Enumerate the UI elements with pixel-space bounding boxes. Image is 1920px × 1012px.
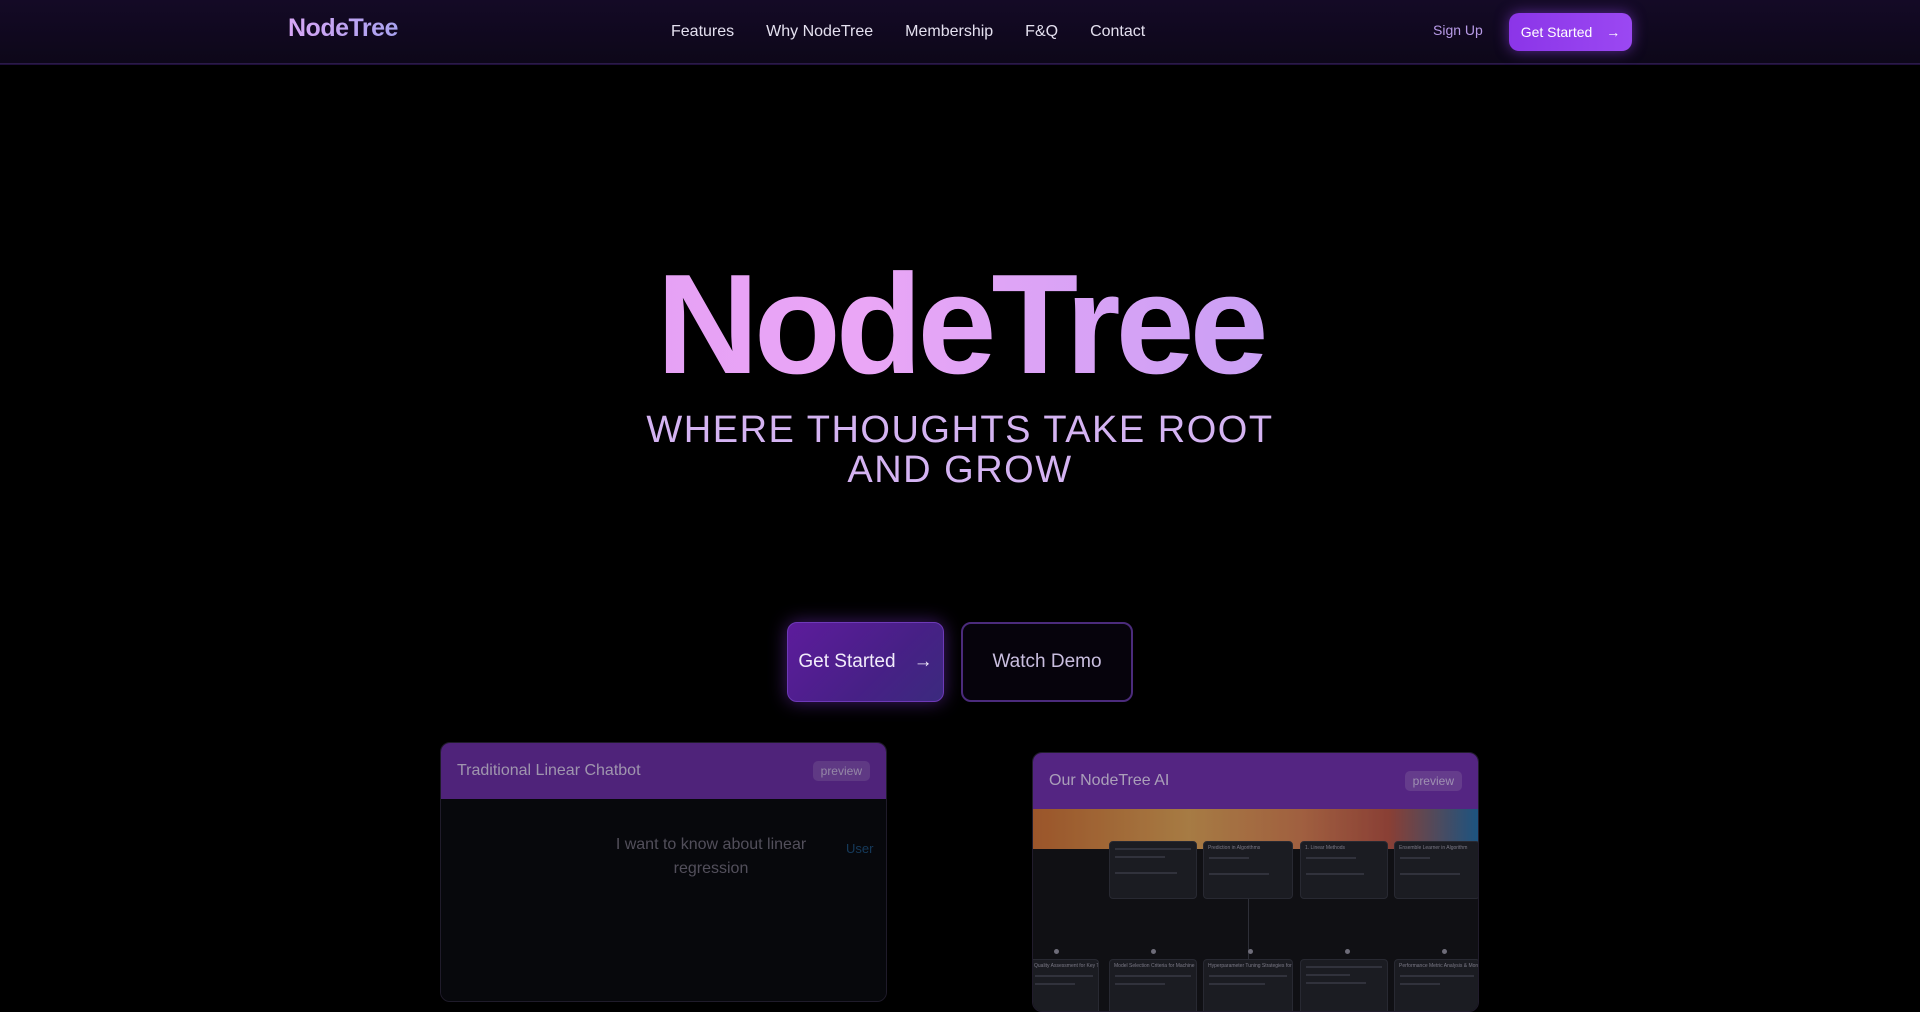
tree-node-title: Model Selection Criteria for Machine Lea… — [1114, 963, 1196, 969]
card-title: Our NodeTree AI — [1049, 772, 1170, 789]
tree-node-title: Performance Metric Analysis & Monitoring… — [1399, 963, 1479, 969]
linear-chatbot-preview-card: Traditional Linear Chatbot preview I wan… — [440, 742, 887, 1002]
top-navbar: NodeTree Features Why NodeTree Membershi… — [0, 0, 1920, 64]
nav-link-membership[interactable]: Membership — [905, 23, 993, 41]
preview-badge: preview — [1404, 771, 1462, 791]
nav-link-why-nodetree[interactable]: Why NodeTree — [766, 23, 873, 41]
sign-up-link[interactable]: Sign Up — [1433, 22, 1483, 38]
hero-get-started-button[interactable]: Get Started → — [787, 622, 944, 702]
brand-logo[interactable]: NodeTree — [288, 14, 398, 43]
watch-demo-button[interactable]: Watch Demo — [961, 622, 1133, 702]
nav-link-features[interactable]: Features — [671, 23, 734, 41]
nodetree-ai-preview-card: Our NodeTree AI preview Prediction in Al… — [1032, 752, 1479, 1012]
tree-node: Model Selection Criteria for Machine Lea… — [1109, 959, 1197, 1011]
tree-node: Prediction in Algorithms — [1203, 841, 1293, 899]
card-header: Our NodeTree AI preview — [1033, 753, 1478, 809]
tree-node: Ensemble Learner in Algorithm — [1394, 841, 1478, 899]
tree-node-title: 1. Linear Methods — [1305, 845, 1346, 851]
watch-demo-label: Watch Demo — [992, 651, 1102, 672]
nav-links: Features Why NodeTree Membership F&Q Con… — [671, 0, 1145, 64]
nav-get-started-label: Get Started — [1520, 24, 1593, 40]
tree-node-title: Quality Assessment for Key Techniques — [1034, 963, 1098, 969]
hero-subtitle: WHERE THOUGHTS TAKE ROOT AND GROW — [646, 409, 1274, 491]
card-title: Traditional Linear Chatbot — [457, 762, 641, 779]
chat-body: I want to know about linear regression U… — [441, 799, 886, 1001]
tree-node: 1. Linear Methods — [1300, 841, 1388, 899]
tree-node — [1109, 841, 1197, 899]
nav-link-faq[interactable]: F&Q — [1025, 23, 1058, 41]
tree-node-title: Hyperparameter Tuning Strategies for Mod… — [1208, 963, 1292, 969]
chat-role-label: User — [846, 841, 874, 856]
tree-node — [1300, 959, 1388, 1011]
card-header: Traditional Linear Chatbot preview — [441, 743, 886, 799]
nav-get-started-button[interactable]: Get Started → — [1509, 13, 1632, 51]
hero-title: NodeTree — [0, 250, 1920, 400]
tree-node-title: Ensemble Learner in Algorithm — [1399, 845, 1468, 851]
node-canvas-preview: Prediction in Algorithms 1. Linear Metho… — [1033, 809, 1479, 1011]
arrow-right-icon: → — [913, 651, 933, 672]
chat-message: I want to know about linear regression — [615, 836, 807, 877]
arrow-right-icon: → — [1606, 24, 1621, 40]
tree-node: Quality Assessment for Key Techniques — [1033, 959, 1099, 1011]
tree-node-title: Prediction in Algorithms — [1208, 845, 1261, 851]
hero-get-started-label: Get Started — [798, 651, 896, 672]
tree-node: Hyperparameter Tuning Strategies for Mod… — [1203, 959, 1293, 1011]
preview-badge: preview — [812, 761, 870, 781]
nav-link-contact[interactable]: Contact — [1090, 23, 1145, 41]
tree-node: Performance Metric Analysis & Monitoring… — [1394, 959, 1479, 1011]
